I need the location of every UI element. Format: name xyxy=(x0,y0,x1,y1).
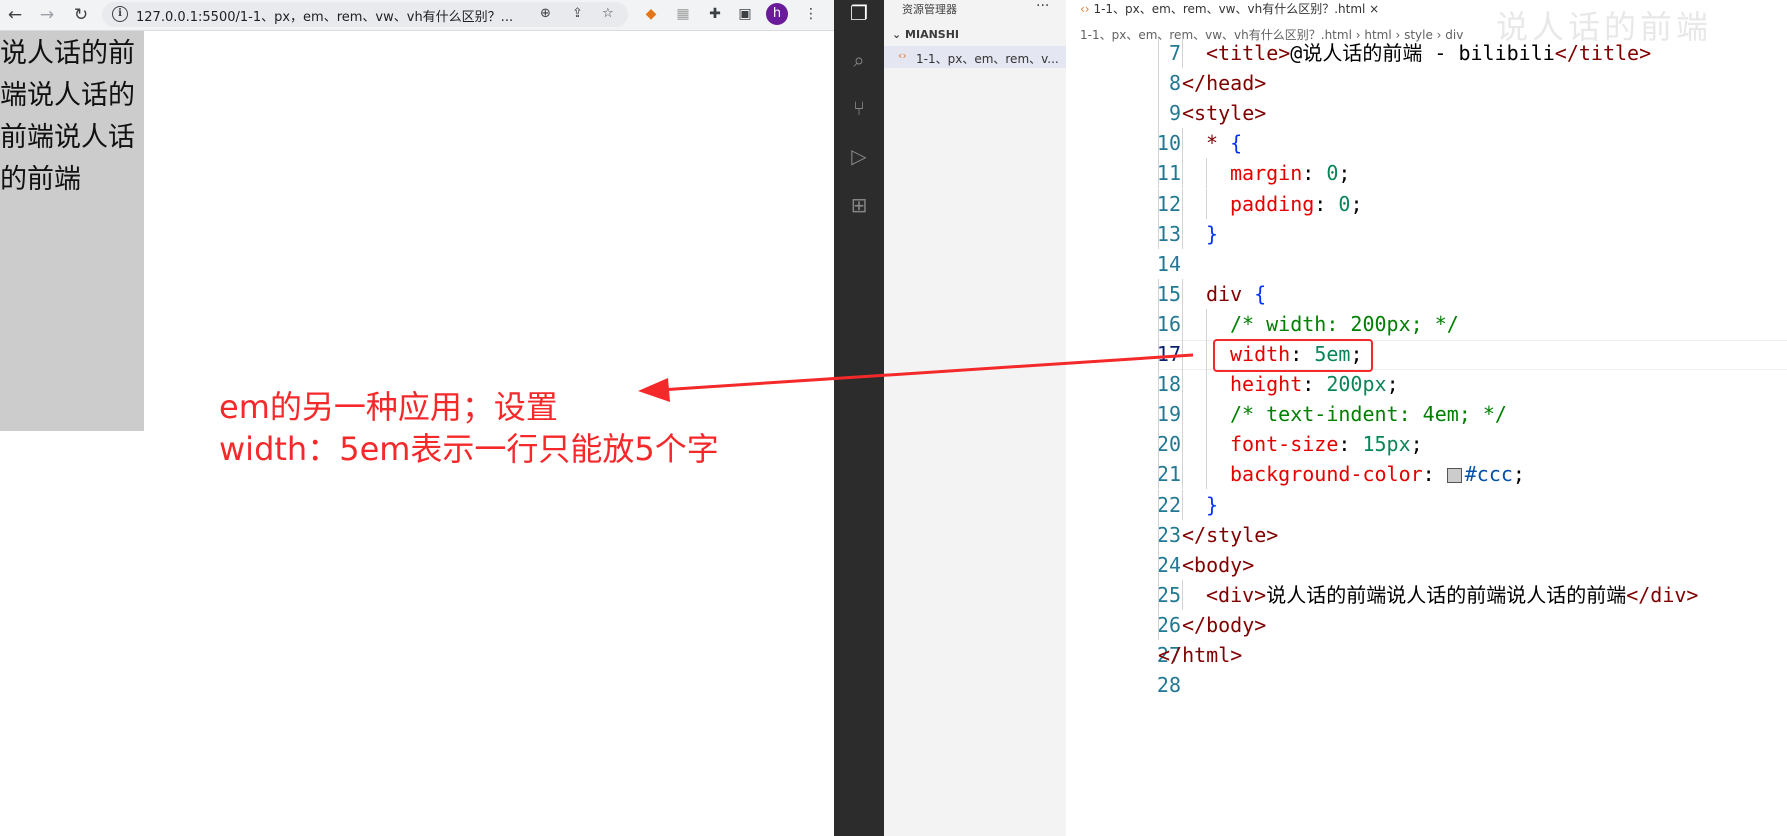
arrow-shaft xyxy=(659,353,1194,392)
arrow-head xyxy=(638,378,670,402)
annotation-arrow xyxy=(638,353,1194,402)
